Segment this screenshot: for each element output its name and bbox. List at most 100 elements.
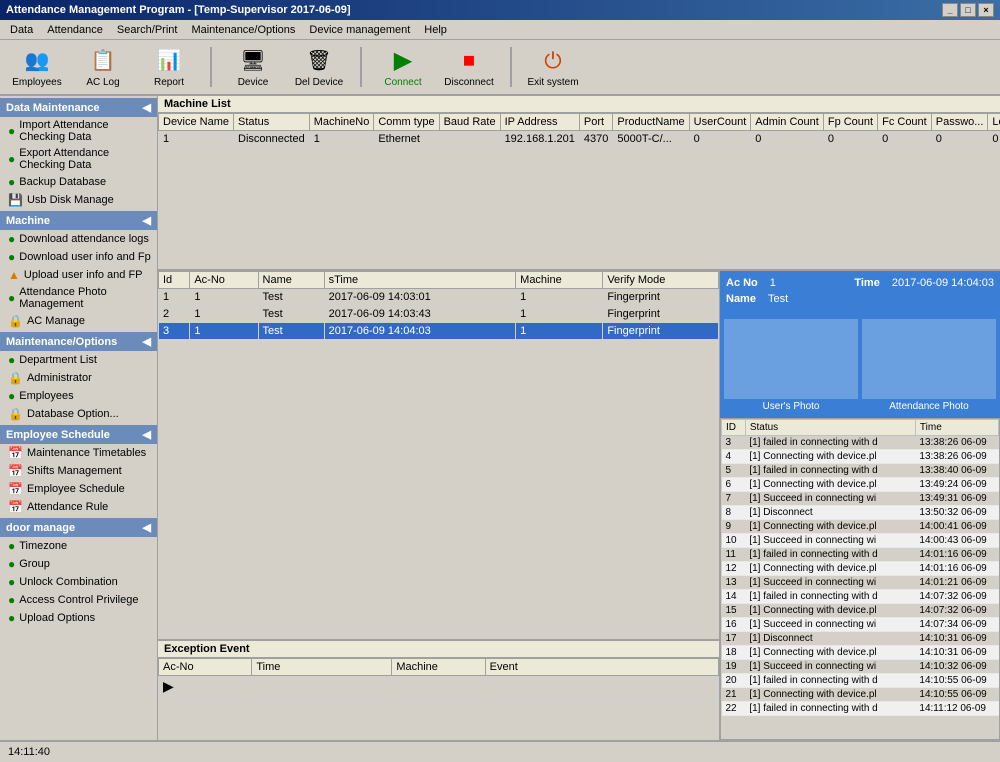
log-row[interactable]: 4[1] Connecting with device.pl13:38:26 0… [722, 450, 999, 464]
sidebar-section-door[interactable]: door manage ◀ [0, 518, 157, 537]
att-col-acno[interactable]: Ac-No [190, 272, 258, 289]
col-fc-count[interactable]: Fc Count [878, 114, 932, 131]
attendance-row[interactable]: 21Test2017-06-09 14:03:431Fingerprint [159, 306, 719, 323]
col-user-count[interactable]: UserCount [689, 114, 751, 131]
attendance-row[interactable]: 31Test2017-06-09 14:04:031Fingerprint [159, 323, 719, 340]
log-row[interactable]: 22[1] failed in connecting with d14:11:1… [722, 702, 999, 716]
col-admin-count[interactable]: Admin Count [751, 114, 824, 131]
machine-list-table-wrapper[interactable]: Device Name Status MachineNo Comm type B… [158, 113, 1000, 264]
col-ip-address[interactable]: IP Address [500, 114, 579, 131]
att-col-stime[interactable]: sTime [324, 272, 516, 289]
exception-table-wrapper[interactable]: Ac-No Time Machine Event ▶ [158, 658, 719, 737]
col-comm-type[interactable]: Comm type [374, 114, 439, 131]
col-status[interactable]: Status [234, 114, 310, 131]
sidebar-item-import[interactable]: ● Import Attendance Checking Data [0, 117, 157, 145]
log-row[interactable]: 7[1] Succeed in connecting wi13:49:31 06… [722, 492, 999, 506]
col-device-name[interactable]: Device Name [159, 114, 234, 131]
col-port[interactable]: Port [579, 114, 612, 131]
exc-col-acno[interactable]: Ac-No [159, 659, 252, 676]
log-row[interactable]: 18[1] Connecting with device.pl14:10:31 … [722, 646, 999, 660]
sidebar-item-download-user[interactable]: ● Download user info and Fp [0, 248, 157, 266]
log-row[interactable]: 12[1] Connecting with device.pl14:01:16 … [722, 562, 999, 576]
sidebar-item-employee-schedule[interactable]: 📅 Employee Schedule [0, 480, 157, 498]
att-col-verify[interactable]: Verify Mode [603, 272, 719, 289]
log-row[interactable]: 16[1] Succeed in connecting wi14:07:34 0… [722, 618, 999, 632]
log-row[interactable]: 8[1] Disconnect13:50:32 06-09 [722, 506, 999, 520]
sidebar-item-ac-manage[interactable]: 🔒 AC Manage [0, 312, 157, 330]
attendance-photo-box [862, 319, 996, 399]
log-table-wrapper[interactable]: ID Status Time 3[1] failed in connecting… [720, 418, 1000, 740]
sidebar-item-group[interactable]: ● Group [0, 555, 157, 573]
sidebar-item-upload-options[interactable]: ● Upload Options [0, 609, 157, 627]
sidebar-item-backup[interactable]: ● Backup Database [0, 173, 157, 191]
sidebar-section-maintenance[interactable]: Maintenance/Options ◀ [0, 332, 157, 351]
attendance-row[interactable]: 11Test2017-06-09 14:03:011Fingerprint [159, 289, 719, 306]
sidebar-item-timezone[interactable]: ● Timezone [0, 537, 157, 555]
menu-device-management[interactable]: Device management [303, 22, 416, 38]
col-product-name[interactable]: ProductName [613, 114, 689, 131]
exc-col-event[interactable]: Event [485, 659, 718, 676]
sidebar-item-export[interactable]: ● Export Attendance Checking Data [0, 145, 157, 173]
exit-system-button[interactable]: ⏻ Exit system [524, 43, 582, 91]
sidebar-item-timetables[interactable]: 📅 Maintenance Timetables [0, 444, 157, 462]
sidebar-item-department[interactable]: ● Department List [0, 351, 157, 369]
sidebar-item-attendance-rule[interactable]: 📅 Attendance Rule [0, 498, 157, 516]
disconnect-button[interactable]: ⏹ Disconnect [440, 43, 498, 91]
col-password[interactable]: Passwo... [931, 114, 988, 131]
sidebar-item-usb[interactable]: 💾 Usb Disk Manage [0, 191, 157, 209]
employees-button[interactable]: 👥 Employees [8, 43, 66, 91]
close-button[interactable]: × [978, 3, 994, 17]
att-col-name[interactable]: Name [258, 272, 324, 289]
sidebar-item-employees[interactable]: ● Employees [0, 387, 157, 405]
device-button[interactable]: 🖥 Device [224, 43, 282, 91]
minimize-button[interactable]: _ [942, 3, 958, 17]
log-col-time[interactable]: Time [915, 420, 998, 436]
log-row[interactable]: 9[1] Connecting with device.pl14:00:41 0… [722, 520, 999, 534]
menu-help[interactable]: Help [418, 22, 453, 38]
menu-maintenance[interactable]: Maintenance/Options [185, 22, 301, 38]
log-row[interactable]: 15[1] Connecting with device.pl14:07:32 … [722, 604, 999, 618]
exc-col-machine[interactable]: Machine [392, 659, 485, 676]
sidebar-section-schedule[interactable]: Employee Schedule ◀ [0, 425, 157, 444]
log-row[interactable]: 3[1] failed in connecting with d13:38:26… [722, 436, 999, 450]
col-machine-no[interactable]: MachineNo [309, 114, 374, 131]
menu-searchprint[interactable]: Search/Print [111, 22, 184, 38]
menu-data[interactable]: Data [4, 22, 39, 38]
aclog-button[interactable]: 📋 AC Log [74, 43, 132, 91]
log-row[interactable]: 5[1] failed in connecting with d13:38:40… [722, 464, 999, 478]
log-col-status[interactable]: Status [745, 420, 915, 436]
log-row[interactable]: 21[1] Connecting with device.pl14:10:55 … [722, 688, 999, 702]
sidebar-section-data-maintenance[interactable]: Data Maintenance ◀ [0, 98, 157, 117]
menu-attendance[interactable]: Attendance [41, 22, 109, 38]
sidebar-item-access-control[interactable]: ● Access Control Privilege [0, 591, 157, 609]
sidebar-item-attendance-photo[interactable]: ● Attendance Photo Management [0, 284, 157, 312]
sidebar-item-unlock[interactable]: ● Unlock Combination [0, 573, 157, 591]
log-col-id[interactable]: ID [722, 420, 746, 436]
connect-button[interactable]: ▶ Connect [374, 43, 432, 91]
sidebar-item-download-logs[interactable]: ● Download attendance logs [0, 230, 157, 248]
att-col-id[interactable]: Id [159, 272, 190, 289]
exc-col-time[interactable]: Time [252, 659, 392, 676]
log-row[interactable]: 19[1] Succeed in connecting wi14:10:32 0… [722, 660, 999, 674]
log-row[interactable]: 20[1] failed in connecting with d14:10:5… [722, 674, 999, 688]
sidebar-item-shifts[interactable]: 📅 Shifts Management [0, 462, 157, 480]
report-button[interactable]: 📊 Report [140, 43, 198, 91]
sidebar-item-upload-user[interactable]: ▲ Upload user info and FP [0, 266, 157, 284]
att-col-machine[interactable]: Machine [516, 272, 603, 289]
log-row[interactable]: 17[1] Disconnect14:10:31 06-09 [722, 632, 999, 646]
del-device-button[interactable]: 🗑 Del Device [290, 43, 348, 91]
log-row[interactable]: 6[1] Connecting with device.pl13:49:24 0… [722, 478, 999, 492]
sidebar-item-database-option[interactable]: 🔒 Database Option... [0, 405, 157, 423]
attendance-table-wrapper[interactable]: Id Ac-No Name sTime Machine Verify Mode … [158, 271, 719, 639]
log-row[interactable]: 14[1] failed in connecting with d14:07:3… [722, 590, 999, 604]
maximize-button[interactable]: □ [960, 3, 976, 17]
col-log-count[interactable]: Log Count [988, 114, 1000, 131]
log-row[interactable]: 10[1] Succeed in connecting wi14:00:43 0… [722, 534, 999, 548]
col-baud-rate[interactable]: Baud Rate [439, 114, 500, 131]
sidebar-item-administrator[interactable]: 🔒 Administrator [0, 369, 157, 387]
log-row[interactable]: 13[1] Succeed in connecting wi14:01:21 0… [722, 576, 999, 590]
machine-list-row[interactable]: 1Disconnected1Ethernet192.168.1.20143705… [159, 131, 1000, 148]
log-row[interactable]: 11[1] failed in connecting with d14:01:1… [722, 548, 999, 562]
col-fp-count[interactable]: Fp Count [823, 114, 877, 131]
sidebar-section-machine[interactable]: Machine ◀ [0, 211, 157, 230]
